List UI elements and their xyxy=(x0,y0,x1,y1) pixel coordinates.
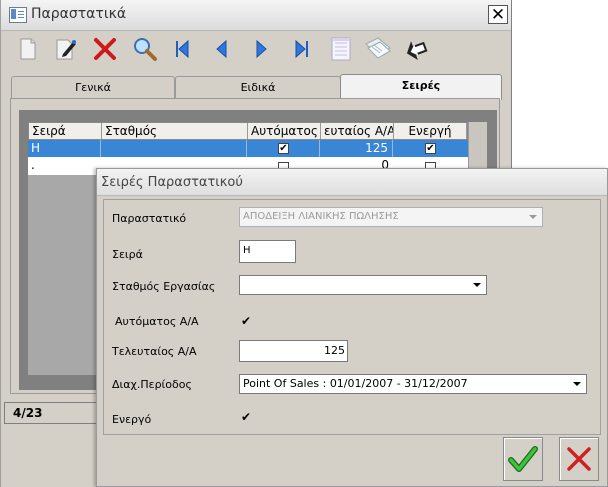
window-titlebar[interactable]: Παραστατικά xyxy=(1,0,511,31)
tab-general[interactable]: Γενικά xyxy=(11,76,175,98)
document-label: Παραστατικό xyxy=(112,212,187,225)
table-row-selected[interactable]: H ✔ 125 ✔ xyxy=(28,140,468,157)
column-header-last-number[interactable]: ευταίος Α/Α xyxy=(321,123,394,139)
first-record-icon xyxy=(176,39,189,59)
back-button[interactable] xyxy=(401,34,431,64)
cancel-button[interactable] xyxy=(559,437,599,481)
auto-number-checkbox[interactable]: ✔ xyxy=(240,315,252,327)
column-header-series[interactable]: Σειρά xyxy=(29,123,102,139)
series-field[interactable]: H xyxy=(239,240,296,263)
copy-documents-icon xyxy=(365,37,391,59)
period-label: Διαχ.Περίοδος xyxy=(112,378,192,391)
copy-documents-button[interactable] xyxy=(363,34,393,64)
chevron-down-icon[interactable] xyxy=(525,209,541,225)
auto-number-label: Αυτόματος Α/Α xyxy=(115,315,199,328)
series-dialog: Σειρές Παραστατικού Παραστατικό ΑΠΟΔΕΙΞΗ… xyxy=(96,168,608,487)
dialog-titlebar[interactable]: Σειρές Παραστατικού xyxy=(97,169,607,196)
chevron-down-icon[interactable] xyxy=(569,376,585,392)
document-value: ΑΠΟΔΕΙΞΗ ΛΙΑΝΙΚΗΣ ΠΩΛΗΣΗΣ xyxy=(243,211,399,222)
red-x-icon xyxy=(567,447,591,471)
row-automatic-checkbox[interactable]: ✔ xyxy=(278,143,289,154)
last-record-button[interactable] xyxy=(287,34,317,64)
search-magnifier-icon xyxy=(134,38,157,61)
grid-header: Σειρά Σταθμός Αυτόματος ευταίος Α/Α Ενερ… xyxy=(28,122,468,140)
station-label: Σταθμός Εργασίας xyxy=(112,280,216,293)
next-record-button[interactable] xyxy=(247,34,277,64)
delete-button[interactable] xyxy=(90,34,120,64)
last-number-field[interactable]: 125 xyxy=(239,340,348,362)
document-combo[interactable]: ΑΠΟΔΕΙΞΗ ΛΙΑΝΙΚΗΣ ΠΩΛΗΣΗΣ xyxy=(239,207,543,227)
ok-button[interactable] xyxy=(503,437,543,481)
cell-last-number: 125 xyxy=(320,140,393,157)
dialog-title: Σειρές Παραστατικού xyxy=(101,175,243,190)
first-record-button[interactable] xyxy=(167,34,197,64)
column-header-station[interactable]: Σταθμός xyxy=(102,123,248,139)
active-checkbox[interactable]: ✔ xyxy=(240,411,252,423)
tab-special[interactable]: Ειδικά xyxy=(175,76,341,98)
tab-series[interactable]: Σειρές xyxy=(340,74,502,100)
edit-button[interactable] xyxy=(51,34,81,64)
cell-station xyxy=(101,140,247,157)
edit-pencil-icon xyxy=(56,39,76,60)
new-document-icon xyxy=(20,38,36,60)
column-header-automatic[interactable]: Αυτόματος xyxy=(248,123,321,139)
window-title: Παραστατικά xyxy=(31,6,127,22)
previous-record-button[interactable] xyxy=(206,34,236,64)
row-active-checkbox[interactable]: ✔ xyxy=(425,143,436,154)
last-number-label: Τελευταίος Α/Α xyxy=(112,345,197,358)
cell-automatic: ✔ xyxy=(247,140,320,157)
delete-x-icon xyxy=(94,38,116,60)
search-button[interactable] xyxy=(130,34,160,64)
form-sheet-button[interactable] xyxy=(326,34,356,64)
next-record-icon xyxy=(256,39,267,59)
column-header-active[interactable]: Ενεργή xyxy=(394,123,467,139)
cell-active: ✔ xyxy=(393,140,468,157)
cell-series: H xyxy=(28,140,101,157)
close-icon: ✕ xyxy=(490,5,506,25)
period-combo[interactable]: Point Of Sales : 01/01/2007 - 31/12/2007 xyxy=(239,374,587,394)
cell-series: . xyxy=(31,158,35,172)
active-label: Ενεργό xyxy=(112,413,152,426)
record-counter: 4/23 xyxy=(13,406,43,420)
new-document-button[interactable] xyxy=(13,34,43,64)
form-sheet-icon xyxy=(331,37,351,61)
period-value: Point Of Sales : 01/01/2007 - 31/12/2007 xyxy=(243,377,468,390)
back-arrow-icon xyxy=(406,41,428,61)
series-label: Σειρά xyxy=(112,248,143,261)
chevron-down-icon[interactable] xyxy=(469,277,485,293)
previous-record-icon xyxy=(216,39,227,59)
green-checkmark-icon xyxy=(508,446,538,472)
station-combo[interactable] xyxy=(239,275,487,295)
last-record-icon xyxy=(295,39,308,59)
app-icon xyxy=(9,7,27,23)
close-button[interactable]: ✕ xyxy=(488,5,508,24)
